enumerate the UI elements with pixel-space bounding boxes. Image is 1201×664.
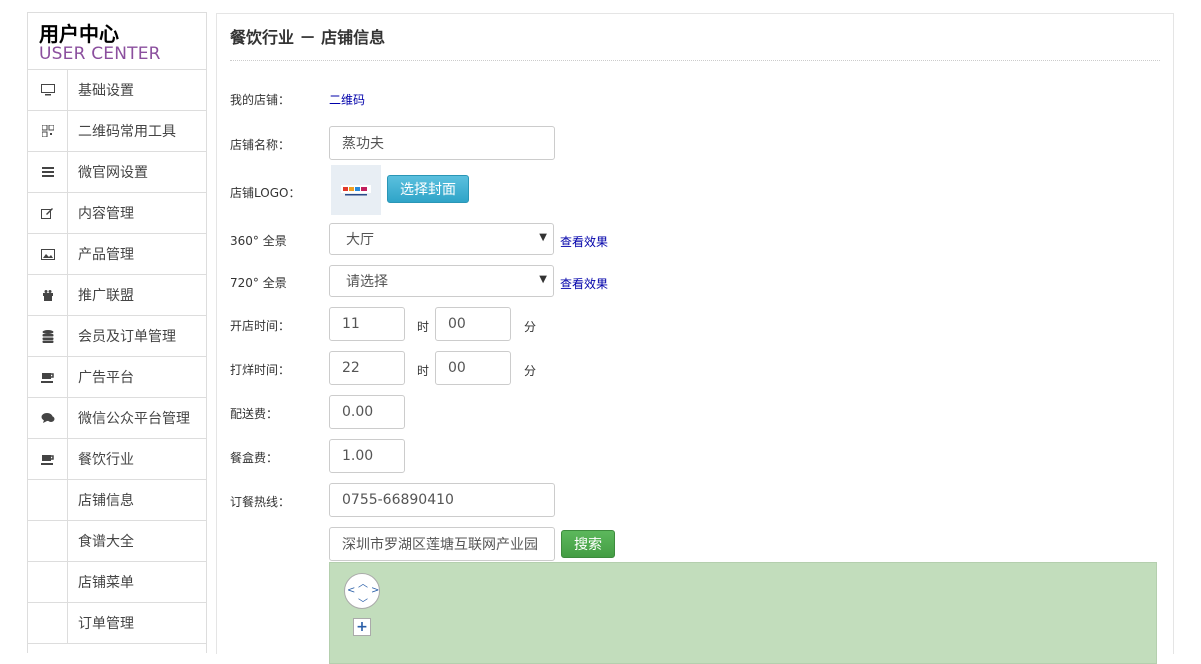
sidebar-item-content[interactable]: 内容管理 xyxy=(28,193,206,234)
open-minute-input[interactable]: 00 xyxy=(435,307,511,341)
pano-720-label: 720° 全景 xyxy=(230,276,287,290)
chevron-down-icon: ﹀ xyxy=(358,599,368,610)
sidebar-item-catering[interactable]: 餐饮行业 xyxy=(28,439,206,480)
hotline-label: 订餐热线： xyxy=(230,495,291,509)
sidebar-item-label: 微信公众平台管理 xyxy=(78,411,190,427)
map-zoom-in-button[interactable]: + xyxy=(353,618,371,636)
store-logo-label: 店铺LOGO： xyxy=(230,186,301,200)
sidebar-item-products[interactable]: 产品管理 xyxy=(28,234,206,275)
search-button[interactable]: 搜索 xyxy=(561,530,615,558)
store-name-input[interactable]: 蒸功夫 xyxy=(329,126,555,160)
brand-title: 用户中心 xyxy=(39,22,119,46)
brand-subtitle: USER CENTER xyxy=(39,44,161,64)
sidebar: 用户中心 USER CENTER 基础设置 二维码常用工具 微官网设置 内容管理… xyxy=(27,12,207,653)
page-title: 餐饮行业 － 店铺信息 xyxy=(230,28,386,47)
view-effect-720-link[interactable]: 查看效果 xyxy=(560,275,608,292)
list-icon xyxy=(28,152,68,192)
database-icon xyxy=(28,316,68,356)
subitem-gutter xyxy=(28,479,68,521)
pano-720-select[interactable]: 请选择 ▼ xyxy=(329,265,554,297)
sidebar-item-affiliate[interactable]: 推广联盟 xyxy=(28,275,206,316)
subitem-gutter xyxy=(28,602,68,644)
sidebar-item-basic-settings[interactable]: 基础设置 xyxy=(28,70,206,111)
close-minute-input[interactable]: 00 xyxy=(435,351,511,385)
sidebar-subitem-label: 食谱大全 xyxy=(78,534,134,550)
subitem-gutter xyxy=(28,561,68,603)
chevron-left-icon: < xyxy=(347,585,356,596)
sidebar-subitem-store-info[interactable]: 店铺信息 xyxy=(28,479,206,521)
chevron-down-icon: ▼ xyxy=(539,232,547,243)
coffee-icon xyxy=(28,439,68,479)
main-panel: 餐饮行业 － 店铺信息 我的店铺： 二维码 店铺名称： 蒸功夫 店铺LOGO： … xyxy=(216,13,1174,664)
delivery-fee-label: 配送费： xyxy=(230,407,279,421)
open-time-label: 开店时间： xyxy=(230,319,291,333)
subitem-gutter xyxy=(28,520,68,562)
monitor-icon xyxy=(28,70,68,110)
delivery-fee-input[interactable]: 0.00 xyxy=(329,395,405,429)
store-logo-image xyxy=(331,165,381,215)
sidebar-item-label: 微官网设置 xyxy=(78,165,148,181)
minute-unit: 分 xyxy=(524,320,537,334)
sidebar-item-label: 产品管理 xyxy=(78,247,134,263)
address-input[interactable]: 深圳市罗湖区莲塘互联网产业园 xyxy=(329,527,555,561)
qrcode-icon xyxy=(28,111,68,151)
qrcode-link[interactable]: 二维码 xyxy=(329,91,365,108)
sidebar-subitem-label: 店铺信息 xyxy=(78,493,134,509)
comments-icon xyxy=(28,398,68,438)
view-effect-360-link[interactable]: 查看效果 xyxy=(560,233,608,250)
title-divider xyxy=(230,60,1160,61)
store-name-label: 店铺名称： xyxy=(230,138,291,152)
gift-icon xyxy=(28,275,68,315)
chevron-down-icon: ▼ xyxy=(539,274,547,285)
chevron-right-icon: > xyxy=(371,585,380,596)
sidebar-item-label: 餐饮行业 xyxy=(78,452,134,468)
sidebar-item-members-orders[interactable]: 会员及订单管理 xyxy=(28,316,206,357)
sidebar-item-ads[interactable]: 广告平台 xyxy=(28,357,206,398)
sidebar-item-label: 广告平台 xyxy=(78,370,134,386)
minute-unit: 分 xyxy=(524,364,537,378)
choose-cover-button[interactable]: 选择封面 xyxy=(387,175,469,203)
brand: 用户中心 USER CENTER xyxy=(28,13,206,70)
sidebar-item-label: 基础设置 xyxy=(78,83,134,99)
sidebar-item-label: 内容管理 xyxy=(78,206,134,222)
sidebar-item-label: 二维码常用工具 xyxy=(78,124,176,140)
open-hour-input[interactable]: 11 xyxy=(329,307,405,341)
edit-icon xyxy=(28,193,68,233)
hour-unit: 时 xyxy=(417,320,430,334)
sidebar-subitem-label: 订单管理 xyxy=(78,616,134,632)
coffee-icon xyxy=(28,357,68,397)
chevron-up-icon: ︿ xyxy=(358,579,368,590)
sidebar-subitem-order-management[interactable]: 订单管理 xyxy=(28,602,206,644)
pano-360-select[interactable]: 大厅 ▼ xyxy=(329,223,554,255)
sidebar-subitem-store-menu[interactable]: 店铺菜单 xyxy=(28,561,206,603)
map-pan-control[interactable]: ︿ ﹀ < > xyxy=(344,573,380,610)
pano-360-label: 360° 全景 xyxy=(230,234,287,248)
box-fee-input[interactable]: 1.00 xyxy=(329,439,405,473)
sidebar-item-qrcode-tools[interactable]: 二维码常用工具 xyxy=(28,111,206,152)
box-fee-label: 餐盒费： xyxy=(230,451,279,465)
pano-720-value: 请选择 xyxy=(346,274,388,290)
hotline-input[interactable]: 0755-66890410 xyxy=(329,483,555,517)
my-store-label: 我的店铺： xyxy=(230,93,291,107)
close-hour-input[interactable]: 22 xyxy=(329,351,405,385)
hour-unit: 时 xyxy=(417,364,430,378)
sidebar-item-label: 推广联盟 xyxy=(78,288,134,304)
close-time-label: 打烊时间： xyxy=(230,363,291,377)
sidebar-subitem-recipes[interactable]: 食谱大全 xyxy=(28,520,206,562)
image-icon xyxy=(28,234,68,274)
sidebar-subitem-label: 店铺菜单 xyxy=(78,575,134,591)
map[interactable]: ︿ ﹀ < > + xyxy=(329,562,1157,664)
sidebar-item-wechat[interactable]: 微信公众平台管理 xyxy=(28,398,206,439)
pano-360-value: 大厅 xyxy=(346,232,374,248)
sidebar-item-label: 会员及订单管理 xyxy=(78,329,176,345)
sidebar-item-micro-site[interactable]: 微官网设置 xyxy=(28,152,206,193)
